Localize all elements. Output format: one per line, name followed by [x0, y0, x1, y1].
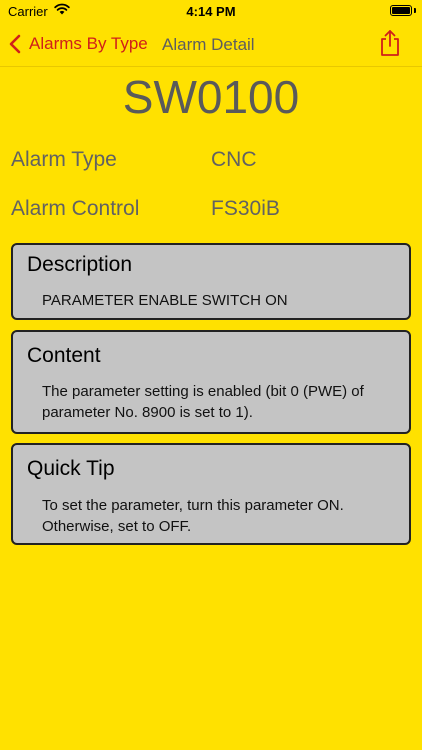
navigation-bar: Alarms By Type Alarm Detail: [0, 24, 422, 64]
description-text: PARAMETER ENABLE SWITCH ON: [42, 292, 288, 309]
status-time: 4:14 PM: [186, 4, 236, 19]
alarm-control-label: Alarm Control: [11, 197, 140, 220]
description-title: Description: [27, 253, 133, 276]
share-icon[interactable]: [378, 29, 402, 57]
alarm-type-value: CNC: [211, 148, 257, 171]
content-card: Content The parameter setting is enabled…: [11, 330, 411, 434]
description-card: Description PARAMETER ENABLE SWITCH ON: [11, 243, 411, 320]
battery-cap: [414, 8, 416, 13]
status-bar: Carrier 4:14 PM: [0, 0, 422, 24]
alarm-control-value: FS30iB: [211, 197, 280, 220]
chevron-left-icon: [9, 34, 21, 54]
alarm-code-title: SW0100: [122, 71, 300, 123]
battery-icon: [390, 5, 412, 16]
battery-level: [392, 7, 410, 14]
quick-tip-text: To set the parameter, turn this paramete…: [42, 497, 344, 535]
alarm-type-label: Alarm Type: [11, 148, 117, 171]
quick-tip-title: Quick Tip: [27, 457, 115, 480]
nav-divider: [0, 66, 422, 67]
back-button-label: Alarms By Type: [29, 34, 148, 53]
alarm-detail-screen: Carrier 4:14 PM Alarms By Type Alarm Det…: [0, 0, 422, 750]
quick-tip-card: Quick Tip To set the parameter, turn thi…: [11, 443, 411, 545]
nav-title: Alarm Detail: [162, 35, 255, 54]
back-button[interactable]: Alarms By Type: [8, 32, 148, 56]
content-text: The parameter setting is enabled (bit 0 …: [42, 383, 364, 421]
content-title: Content: [27, 344, 101, 367]
